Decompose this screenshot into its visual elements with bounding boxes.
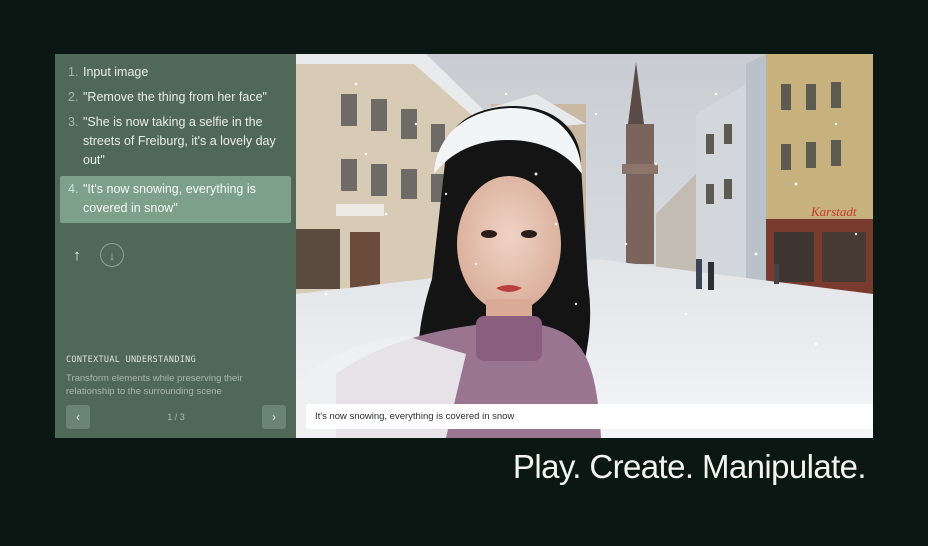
step-3[interactable]: 3. "She is now taking a selfie in the st… xyxy=(60,113,291,170)
feature-description: Transform elements while preserving thei… xyxy=(66,373,243,397)
page-counter: 1 / 3 xyxy=(167,412,185,422)
step-2[interactable]: 2. "Remove the thing from her face" xyxy=(60,88,291,107)
prompt-input[interactable] xyxy=(306,404,873,429)
step-text: "Remove the thing from her face" xyxy=(83,90,267,104)
step-number: 4. xyxy=(68,182,79,196)
step-number: 3. xyxy=(68,115,79,129)
edited-image: Karstadt xyxy=(296,54,873,438)
steps-panel: 1. Input image 2. "Remove the thing from… xyxy=(55,54,296,438)
demo-frame: 1. Input image 2. "Remove the thing from… xyxy=(55,54,873,438)
arrow-down-icon[interactable]: ↓ xyxy=(100,243,124,267)
feature-heading: CONTEXTUAL UNDERSTANDING xyxy=(66,355,197,365)
step-1[interactable]: 1. Input image xyxy=(60,63,291,82)
step-navigation: ↑ ↓ xyxy=(66,243,124,267)
step-4-active[interactable]: 4. "It's now snowing, everything is cove… xyxy=(60,176,291,223)
pager: ‹ 1 / 3 › xyxy=(66,405,286,429)
step-list: 1. Input image 2. "Remove the thing from… xyxy=(60,63,291,229)
shop-sign: Karstadt xyxy=(810,204,857,219)
arrow-up-icon[interactable]: ↑ xyxy=(66,244,88,266)
step-text: "It's now snowing, everything is covered… xyxy=(83,182,256,215)
step-text: "She is now taking a selfie in the stree… xyxy=(83,115,276,167)
chevron-right-icon[interactable]: › xyxy=(261,405,286,429)
tagline: Play. Create. Manipulate. xyxy=(512,448,867,485)
snowy-street-photo: Karstadt xyxy=(296,54,873,438)
step-number: 2. xyxy=(68,90,79,104)
chevron-left-icon[interactable]: ‹ xyxy=(66,405,90,429)
step-text: Input image xyxy=(83,65,149,79)
step-number: 1. xyxy=(68,65,79,79)
